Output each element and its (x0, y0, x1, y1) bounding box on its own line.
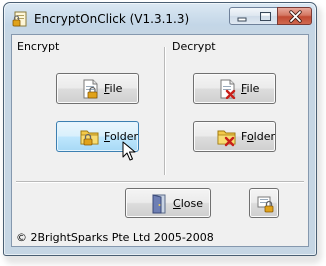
file-unlock-icon (220, 79, 236, 99)
options-button[interactable] (249, 188, 279, 218)
encrypt-file-label: File (104, 82, 123, 95)
folder-unlock-icon (217, 130, 236, 147)
decrypt-folder-button[interactable]: Folder (193, 121, 276, 152)
app-lock-icon (12, 11, 27, 27)
maximize-icon (260, 12, 271, 21)
decrypt-file-label: File (241, 82, 260, 95)
close-window-button[interactable] (277, 7, 312, 25)
encrypt-file-button[interactable]: File (56, 73, 139, 104)
horizontal-divider (16, 181, 304, 183)
mouse-cursor-icon (122, 141, 136, 161)
door-exit-icon (152, 194, 166, 214)
window-title: EncryptOnClick (V1.3.1.3) (34, 12, 190, 26)
app-window: EncryptOnClick (V1.3.1.3) Encrypt Decryp… (3, 2, 317, 256)
file-lock-icon (83, 79, 98, 99)
folder-lock-icon (80, 130, 99, 146)
encrypt-group-label: Encrypt (17, 40, 60, 53)
maximize-button[interactable] (253, 7, 278, 25)
decrypt-group-label: Decrypt (172, 40, 216, 53)
close-label: Close (173, 197, 203, 210)
close-icon (289, 10, 302, 23)
decrypt-folder-label: Folder (241, 130, 276, 143)
copyright-text: © 2BrightSparks Pte Ltd 2005-2008 (16, 231, 214, 244)
decrypt-file-button[interactable]: File (193, 73, 276, 104)
client-area: Encrypt Decrypt File Folder File Folder … (11, 34, 309, 247)
close-button[interactable]: Close (125, 188, 211, 218)
title-bar[interactable]: EncryptOnClick (V1.3.1.3) (4, 3, 316, 34)
vertical-divider (164, 47, 166, 175)
minimize-button[interactable] (229, 7, 254, 25)
settings-lock-icon (257, 196, 274, 213)
minimize-icon (237, 17, 247, 22)
